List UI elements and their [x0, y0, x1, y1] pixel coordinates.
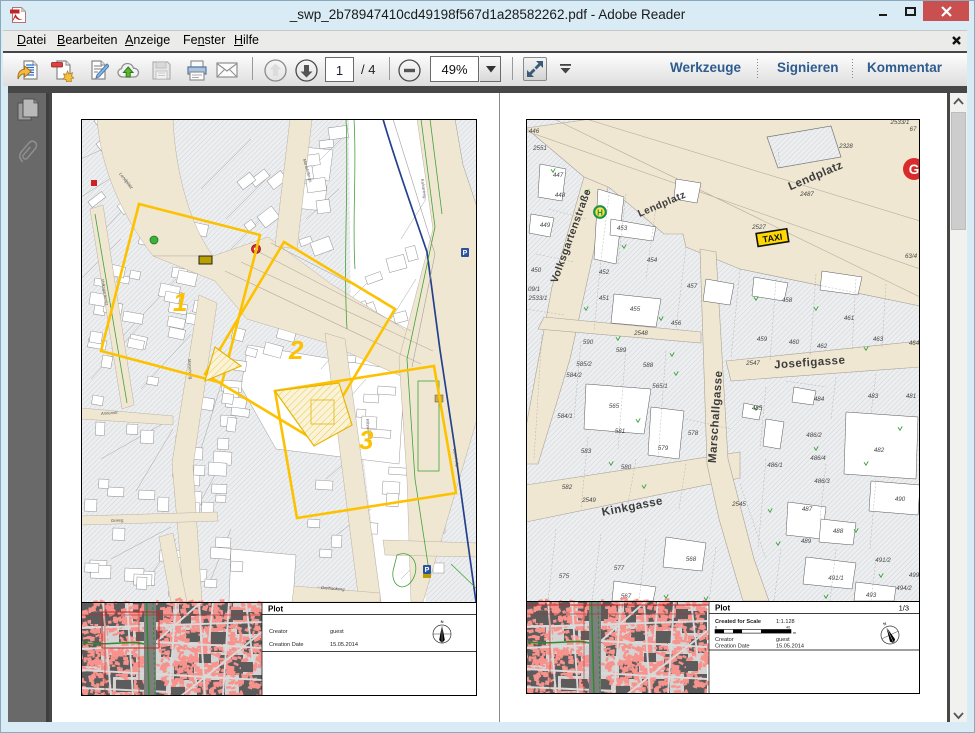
- svg-text:493: 493: [866, 592, 877, 599]
- svg-text:2549: 2549: [581, 497, 596, 504]
- svg-text:15.05.2014: 15.05.2014: [776, 644, 804, 650]
- svg-text:63/4: 63/4: [905, 253, 918, 260]
- svg-text:2533/1: 2533/1: [528, 295, 548, 302]
- svg-text:486/1: 486/1: [767, 462, 782, 469]
- svg-text:67: 67: [910, 126, 917, 133]
- svg-text:486/4: 486/4: [810, 455, 826, 462]
- svg-text:1/3: 1/3: [899, 604, 909, 613]
- svg-text:461: 461: [844, 315, 854, 322]
- svg-text:2551: 2551: [532, 145, 547, 152]
- svg-text:450: 450: [531, 267, 542, 274]
- svg-text:448: 448: [555, 192, 566, 199]
- svg-text:590: 590: [583, 339, 594, 346]
- svg-text:452: 452: [599, 269, 610, 276]
- svg-text:491/2: 491/2: [875, 557, 891, 564]
- svg-text:582: 582: [562, 484, 573, 491]
- svg-text:Created for Scale: Created for Scale: [715, 619, 761, 625]
- svg-text:463: 463: [873, 336, 884, 343]
- svg-text:457: 457: [687, 283, 698, 290]
- svg-text:Plot: Plot: [268, 605, 283, 614]
- svg-text:456: 456: [671, 320, 682, 327]
- svg-text:G: G: [909, 162, 920, 177]
- svg-text:589: 589: [616, 347, 627, 354]
- svg-text:2545: 2545: [731, 501, 746, 508]
- svg-text:40: 40: [786, 626, 790, 630]
- svg-text:2487: 2487: [799, 191, 814, 198]
- svg-text:588: 588: [643, 362, 654, 369]
- svg-text:P: P: [425, 567, 430, 574]
- svg-text:Creation Date: Creation Date: [715, 644, 750, 650]
- svg-text:3: 3: [359, 425, 374, 455]
- svg-text:Plot: Plot: [715, 604, 730, 613]
- svg-text:459: 459: [757, 336, 768, 343]
- svg-text:15.05.2014: 15.05.2014: [330, 642, 358, 648]
- svg-text:568: 568: [686, 556, 697, 563]
- svg-text:485: 485: [752, 405, 763, 412]
- svg-text:454: 454: [647, 257, 658, 264]
- svg-text:499: 499: [909, 572, 920, 579]
- svg-text:487: 487: [802, 506, 813, 513]
- svg-text:579: 579: [658, 445, 669, 452]
- svg-text:449: 449: [540, 222, 551, 229]
- svg-text:Creation Date: Creation Date: [269, 642, 304, 648]
- svg-text:481: 481: [906, 393, 916, 400]
- svg-text:458: 458: [782, 297, 793, 304]
- svg-text:578: 578: [688, 430, 699, 437]
- svg-text:486/2: 486/2: [806, 432, 822, 439]
- svg-text:guest: guest: [776, 637, 790, 643]
- svg-text:P: P: [463, 250, 468, 257]
- svg-text:488: 488: [833, 528, 844, 535]
- svg-text:460: 460: [789, 339, 800, 346]
- svg-text:2548: 2548: [633, 330, 648, 337]
- svg-text:583: 583: [581, 448, 592, 455]
- svg-text:2527: 2527: [751, 224, 766, 231]
- svg-text:09/1: 09/1: [528, 286, 540, 293]
- svg-text:H: H: [597, 209, 603, 218]
- svg-text:464: 464: [909, 340, 920, 347]
- svg-text:486/3: 486/3: [814, 478, 830, 485]
- svg-text:Creator: Creator: [269, 629, 288, 635]
- svg-text:580: 580: [621, 464, 632, 471]
- svg-text:575: 575: [559, 573, 570, 580]
- svg-text:Creator: Creator: [715, 637, 734, 643]
- svg-text:483: 483: [868, 393, 879, 400]
- svg-text:446: 446: [529, 128, 540, 135]
- svg-text:484: 484: [814, 396, 825, 403]
- svg-text:453: 453: [617, 225, 628, 232]
- svg-text:1:1.128: 1:1.128: [776, 619, 795, 625]
- svg-text:N: N: [441, 619, 444, 624]
- svg-text:455: 455: [630, 306, 641, 313]
- svg-text:490: 490: [895, 496, 906, 503]
- svg-text:2: 2: [288, 335, 304, 365]
- svg-text:584/2: 584/2: [566, 372, 582, 379]
- svg-text:581: 581: [615, 428, 625, 435]
- svg-text:565: 565: [609, 403, 620, 410]
- svg-text:0: 0: [715, 626, 717, 630]
- svg-text:584/1: 584/1: [557, 413, 572, 420]
- svg-text:462: 462: [817, 343, 828, 350]
- svg-text:guest: guest: [330, 629, 344, 635]
- svg-text:494/2: 494/2: [896, 585, 912, 592]
- svg-text:565/1: 565/1: [652, 383, 667, 390]
- svg-text:451: 451: [599, 295, 609, 302]
- svg-text:2547: 2547: [745, 360, 760, 367]
- svg-text:2533/1: 2533/1: [890, 119, 910, 126]
- svg-text:482: 482: [874, 447, 885, 454]
- svg-text:2328: 2328: [838, 143, 853, 150]
- svg-text:577: 577: [614, 565, 625, 572]
- svg-text:585/2: 585/2: [576, 361, 592, 368]
- svg-text:Griesg.: Griesg.: [111, 518, 125, 523]
- svg-text:m: m: [793, 631, 796, 635]
- svg-text:489: 489: [801, 538, 812, 545]
- svg-text:1: 1: [173, 287, 187, 317]
- svg-text:447: 447: [553, 172, 564, 179]
- svg-text:491/1: 491/1: [828, 575, 843, 582]
